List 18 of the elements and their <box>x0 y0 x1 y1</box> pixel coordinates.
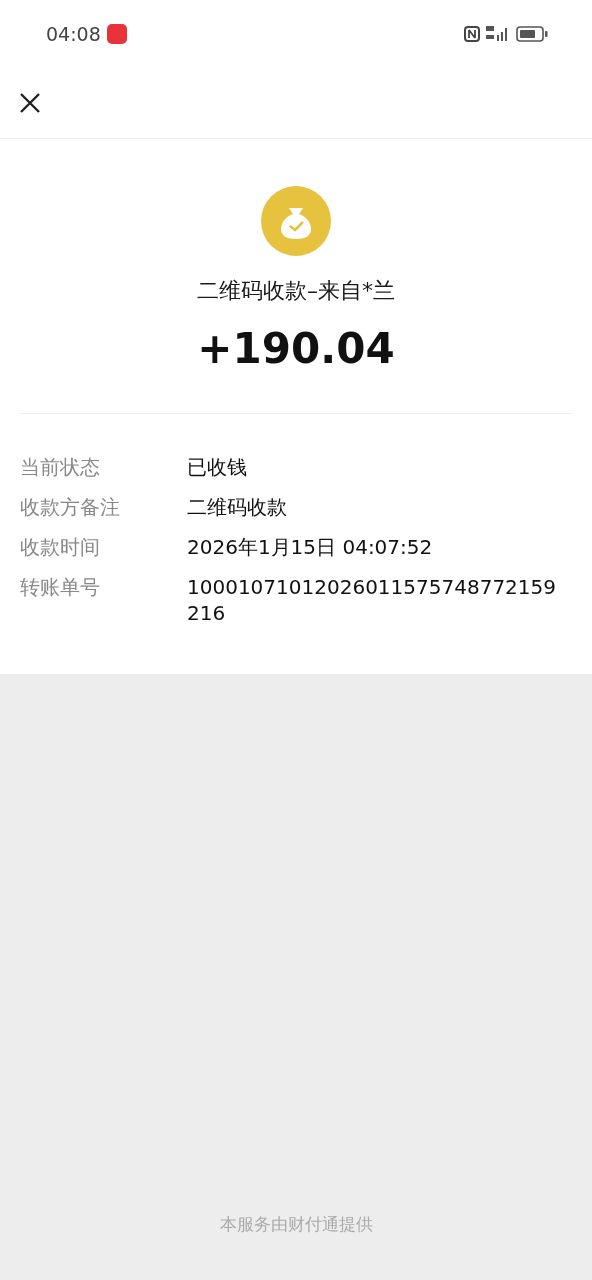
app-icon <box>106 24 127 44</box>
battery-icon <box>516 26 548 42</box>
detail-label: 收款时间 <box>20 534 101 560</box>
detail-value: 已收钱 <box>187 454 248 480</box>
payment-title: 二维码收款–来自*兰 <box>197 277 395 305</box>
provider-note: 本服务由财付通提供 <box>219 1213 373 1236</box>
detail-value: 二维码收款 <box>187 494 288 520</box>
nfc-icon <box>464 26 480 42</box>
detail-value: 2026年1月15日 04:07:52 <box>187 534 434 560</box>
close-button[interactable] <box>19 92 41 114</box>
detail-value: 10001071012026011575748772159216 <box>187 574 557 626</box>
money-bag-icon <box>261 186 331 256</box>
detail-label: 转账单号 <box>20 574 101 600</box>
detail-label: 收款方备注 <box>20 494 121 520</box>
signal-icon <box>486 26 510 42</box>
amount: +190.04 <box>197 324 395 373</box>
detail-label: 当前状态 <box>20 454 101 480</box>
status-time: 04:08 <box>46 23 101 45</box>
